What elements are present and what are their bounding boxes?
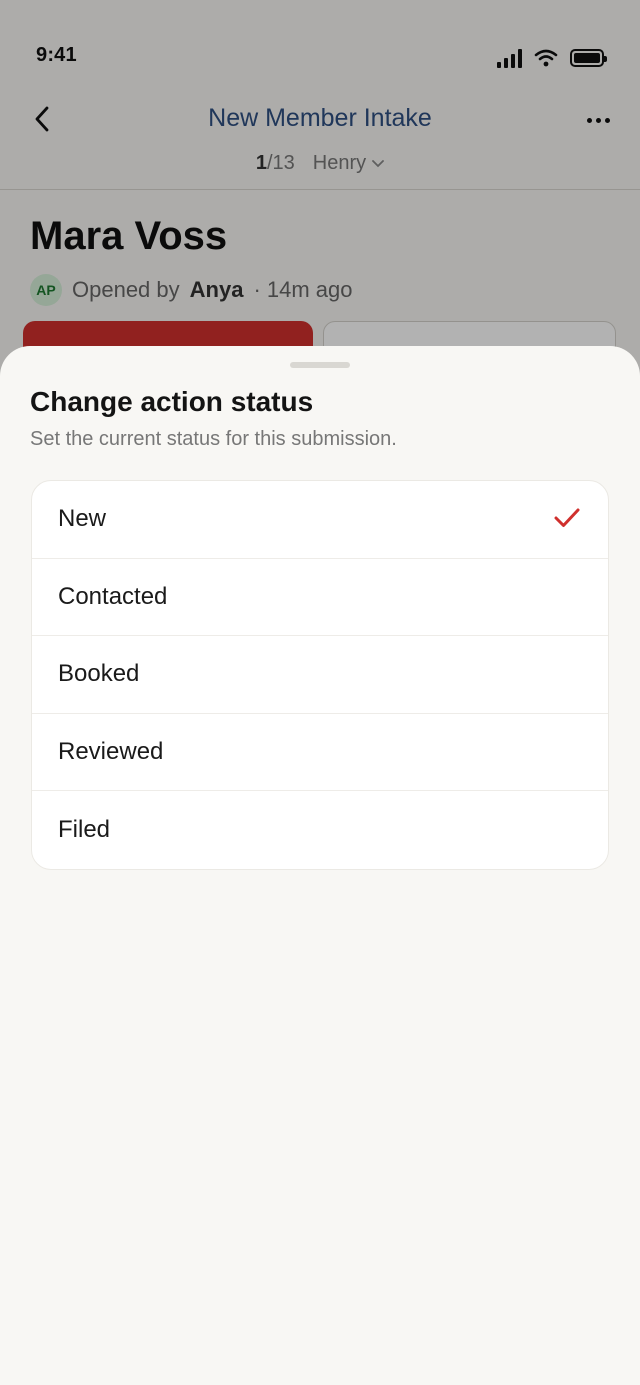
status-option-new[interactable]: New: [32, 481, 608, 559]
sheet-subtitle: Set the current status for this submissi…: [30, 428, 397, 450]
status-option-filed[interactable]: Filed: [32, 791, 608, 869]
option-label: Filed: [58, 815, 111, 843]
sheet-grabber[interactable]: [290, 362, 350, 368]
status-option-contacted[interactable]: Contacted: [32, 559, 608, 636]
sheet-title: Change action status: [30, 386, 314, 417]
option-label: Reviewed: [58, 737, 164, 765]
status-bottom-sheet: Change action status Set the current sta…: [0, 346, 640, 1385]
option-label: New: [58, 505, 107, 533]
option-label: Contacted: [58, 582, 168, 610]
option-label: Booked: [58, 660, 140, 688]
checkmark-icon: [554, 508, 580, 527]
status-option-booked[interactable]: Booked: [32, 636, 608, 714]
status-option-reviewed[interactable]: Reviewed: [32, 714, 608, 791]
status-options-list: New Contacted Booked Reviewed Filed: [31, 480, 609, 870]
